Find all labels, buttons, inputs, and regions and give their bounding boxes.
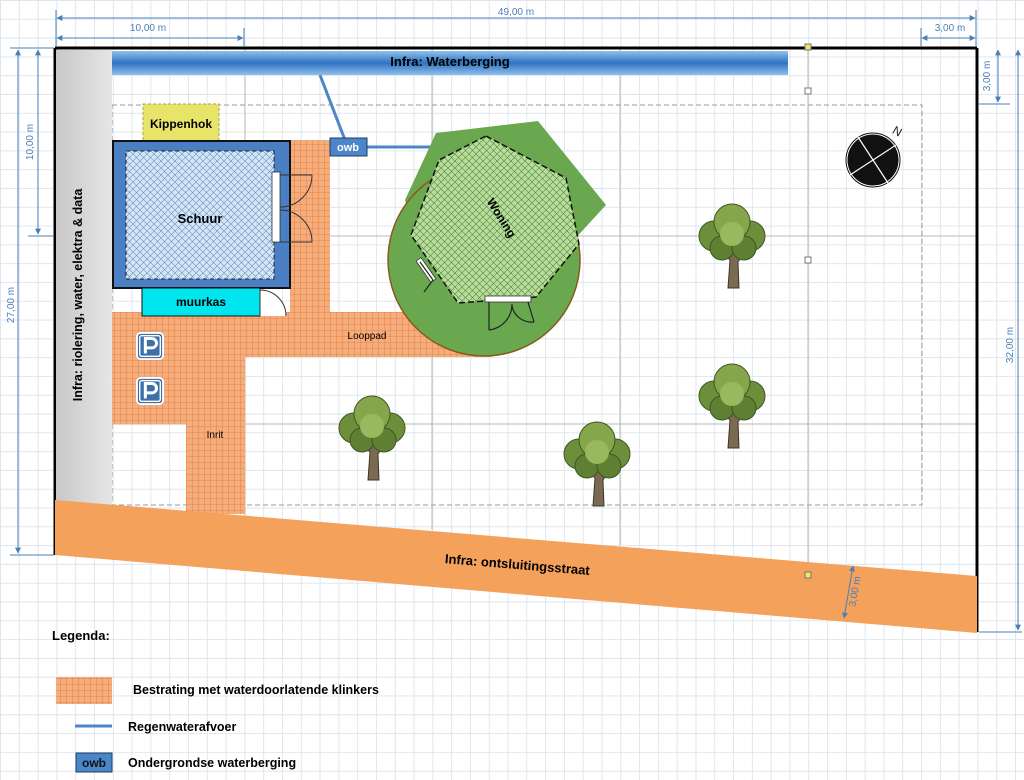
site-plan: Infra: riolering, water, elektra & data … <box>0 0 1022 773</box>
tree-icon <box>338 395 406 481</box>
parking-icon <box>136 376 164 406</box>
legend-paving-label: Bestrating met waterdoorlatende klinkers <box>133 683 379 697</box>
legend-owb-symbol: owb <box>82 756 106 770</box>
waterberging-label: Infra: Waterberging <box>390 54 509 69</box>
kippenhok-label: Kippenhok <box>150 117 212 131</box>
tree-icon <box>698 203 766 289</box>
dim-left-height-top: 10,00 m <box>25 124 36 160</box>
dim-left-width: 10,00 m <box>130 23 166 34</box>
dim-right-height-total: 32,00 m <box>1005 327 1016 363</box>
rainwater-pipes <box>318 74 430 149</box>
owb-label: owb <box>337 142 359 154</box>
tree-icon <box>698 363 766 449</box>
legend-rainwater-label: Regenwaterafvoer <box>128 720 237 734</box>
compass-letter: N <box>890 123 905 139</box>
dim-left-height-total: 27,00 m <box>6 287 17 323</box>
dim-total-width: 49,00 m <box>498 7 534 18</box>
parking-icon <box>136 331 164 361</box>
inrit-label: Inrit <box>207 430 224 441</box>
compass-icon: N <box>844 123 905 189</box>
looppad-label: Looppad <box>348 331 387 342</box>
dim-right-height-top: 3,00 m <box>982 61 993 92</box>
legend-storage-label: Ondergrondse waterberging <box>128 756 296 770</box>
legend: Legenda: Bestrating met waterdoorlatende… <box>52 628 379 773</box>
legend-paving-swatch <box>56 677 112 704</box>
door-icon <box>259 289 287 317</box>
parking-letter: P <box>0 0 1 1</box>
dim-right-width: 3,00 m <box>935 23 966 34</box>
infra-riolering-label: Infra: riolering, water, elektra & data <box>71 188 85 402</box>
legend-title: Legenda: <box>52 628 110 643</box>
muurkas-label: muurkas <box>176 295 226 309</box>
schuur-door-frame <box>271 171 281 243</box>
schuur-label: Schuur <box>178 211 223 226</box>
